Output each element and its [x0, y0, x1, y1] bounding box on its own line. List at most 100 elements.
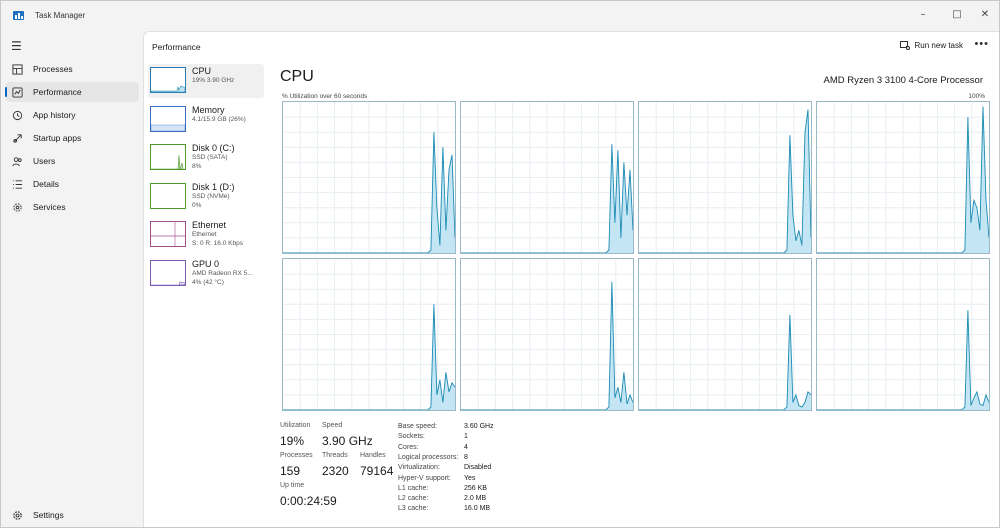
device-name: Ethernet [192, 220, 227, 230]
sidebar-item-services[interactable]: Services [5, 197, 139, 217]
settings-label: Settings [33, 510, 64, 520]
cpu-core-graph-7 [816, 258, 990, 411]
handles-value: 79164 [360, 464, 394, 478]
spec-value: 4 [464, 443, 468, 451]
device-detail-secondary: 0% [192, 201, 202, 209]
sidebar-item-users[interactable]: Users [5, 151, 139, 171]
device-detail: 19% 3.90 GHz [192, 77, 235, 84]
maximize-button[interactable]: □ [945, 5, 969, 23]
cpu-core-graph-4 [282, 258, 456, 411]
sidebar-item-label: Performance [33, 87, 82, 97]
device-item-gpu-0[interactable]: GPU 0 AMD Radeon RX 5... 4% (42 °C) [148, 257, 264, 291]
device-thumbnail-graph [150, 221, 186, 247]
device-detail: 4.1/15.9 GB (26%) [192, 115, 246, 123]
sidebar-item-label: Users [33, 156, 56, 166]
gear-icon [11, 509, 23, 521]
uptime-label: Up time [280, 482, 305, 489]
cpu-core-graph-1 [460, 101, 634, 254]
device-name: Memory [192, 104, 225, 115]
cpu-model: AMD Ryzen 3 3100 4-Core Processor [823, 75, 983, 86]
sidebar-item-performance[interactable]: Performance [5, 82, 139, 102]
device-name: Disk 1 (D:) [192, 181, 235, 192]
handles-label: Handles [360, 452, 386, 459]
history-icon [11, 109, 23, 121]
spec-label: Cores: [398, 443, 419, 451]
cpu-core-graph-2 [638, 101, 812, 254]
task-manager-window: Task Manager – □ ✕ ☰ Processes Performanc… [0, 0, 1000, 528]
device-name: Disk 0 (C:) [192, 143, 235, 153]
spec-value: 2.0 MB [464, 495, 487, 503]
spec-label: Virtualization: [398, 464, 440, 472]
spec-value: 1 [464, 433, 468, 441]
run-task-icon [899, 41, 910, 50]
device-item-memory[interactable]: Memory 4.1/15.9 GB (26%) [148, 103, 264, 137]
run-new-task-button[interactable]: Run new task [899, 40, 963, 50]
more-options-icon[interactable]: ••• [974, 38, 989, 50]
spec-value: Yes [464, 474, 476, 482]
services-icon [11, 201, 23, 213]
spec-label: Hyper-V support: [398, 474, 451, 482]
sidebar: ☰ Processes Performance App history Startup… [1, 31, 143, 527]
device-name: GPU 0 [192, 258, 220, 269]
performance-panel: Performance Run new task ••• CPU 19% 3.90… [143, 31, 999, 527]
speed-value: 3.90 GHz [322, 434, 373, 448]
sidebar-item-label: App history [33, 110, 76, 120]
cpu-core-graph-6 [638, 258, 812, 411]
cpu-title: CPU [280, 68, 314, 85]
processes-value: 159 [280, 464, 301, 478]
spec-label: Sockets: [398, 433, 425, 441]
run-new-task-label: Run new task [914, 40, 963, 50]
spec-label: Base speed: [398, 423, 437, 430]
hamburger-menu-icon[interactable]: ☰ [11, 39, 22, 53]
threads-value: 2320 [322, 464, 349, 478]
cpu-core-graph-5 [460, 258, 634, 411]
device-detail-secondary: 4% (42 °C) [192, 278, 224, 286]
device-item-ethernet[interactable]: Ethernet Ethernet S: 0 R: 16.0 Kbps [148, 218, 264, 252]
device-detail-secondary: 8% [192, 163, 202, 170]
sidebar-item-processes[interactable]: Processes [5, 59, 139, 79]
spec-value: 16.0 MB [464, 505, 491, 513]
sidebar-item-label: Details [33, 179, 59, 189]
utilization-label: Utilization [280, 422, 311, 429]
details-icon [11, 178, 23, 190]
spec-value: 8 [464, 453, 468, 461]
spec-value: Disabled [464, 464, 492, 472]
utilization-axis-label: % Utilization over 60 seconds [282, 93, 368, 100]
settings-nav-item[interactable]: Settings [5, 505, 139, 525]
sidebar-item-label: Startup apps [33, 133, 82, 143]
device-item-disk-1-d[interactable]: Disk 1 (D:) SSD (NVMe) 0% [148, 180, 264, 214]
device-thumbnail-graph [150, 105, 186, 132]
spec-label: L1 cache: [398, 484, 429, 492]
device-detail: AMD Radeon RX 5... [192, 269, 253, 277]
spec-label: L3 cache: [398, 505, 429, 513]
spec-label: L2 cache: [398, 495, 429, 503]
cpu-core-graph-0 [282, 101, 456, 254]
device-detail: Ethernet [192, 231, 217, 238]
users-icon [11, 155, 23, 167]
sidebar-item-app-history[interactable]: App history [5, 105, 139, 125]
device-thumbnail-graph [150, 259, 186, 286]
device-thumbnail-graph [150, 182, 186, 209]
device-item-cpu[interactable]: CPU 19% 3.90 GHz [148, 64, 264, 98]
sidebar-item-label: Services [33, 202, 66, 212]
device-detail: SSD (NVMe) [192, 192, 230, 200]
device-item-disk-0-c[interactable]: Disk 0 (C:) SSD (SATA) 8% [148, 141, 264, 175]
device-detail-secondary: S: 0 R: 16.0 Kbps [192, 240, 243, 247]
spec-label: Logical processors: [398, 453, 459, 461]
sidebar-item-startup-apps[interactable]: Startup apps [5, 128, 139, 148]
spec-value: 3.60 GHz [464, 423, 494, 430]
device-detail: SSD (SATA) [192, 154, 228, 161]
sidebar-item-details[interactable]: Details [5, 174, 139, 194]
device-name: CPU [192, 66, 212, 76]
cpu-core-graph-3 [816, 101, 990, 254]
minimize-button[interactable]: – [911, 5, 935, 23]
close-button[interactable]: ✕ [973, 5, 997, 23]
max-percent-label: 100% [968, 93, 985, 100]
speed-label: Speed [322, 422, 343, 429]
processes-icon [11, 63, 23, 75]
startup-icon [11, 132, 23, 144]
uptime-value: 0:00:24:59 [280, 494, 337, 508]
processes-label: Processes [280, 452, 313, 459]
task-manager-app-icon [13, 11, 24, 20]
spec-value: 256 KB [464, 484, 487, 492]
